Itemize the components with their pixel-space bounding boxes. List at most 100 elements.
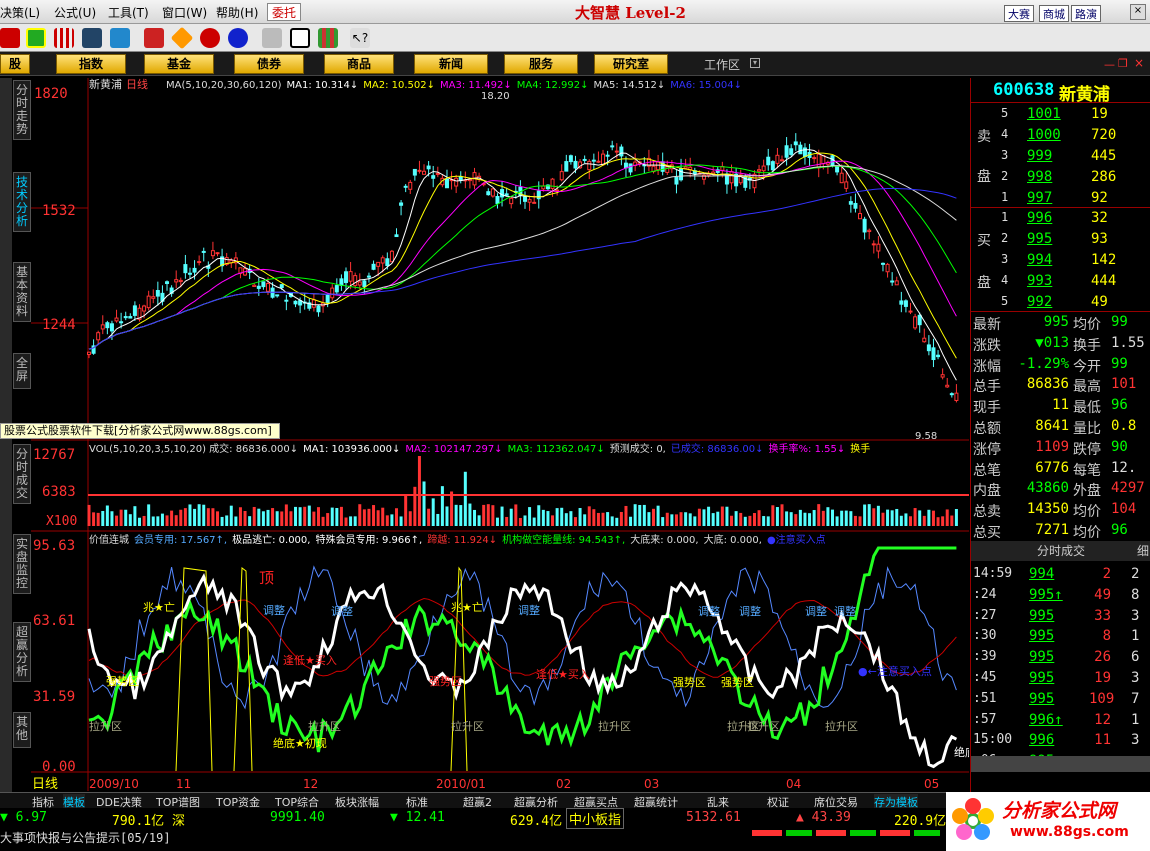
volume-bar [344,517,348,526]
help-icon[interactable]: ↖? [350,28,370,48]
binocular-icon[interactable] [82,28,102,48]
tab-fundamental[interactable]: 基本资料 [13,262,31,322]
tab-super-analysis[interactable]: 超赢分析 [13,622,31,682]
menu-formula[interactable]: 公式(U) [54,4,96,21]
volume-bar [766,516,770,526]
f10-icon[interactable] [200,28,220,48]
bottom-tab[interactable]: TOP谱图 [156,794,200,809]
tab-fullscreen[interactable]: 全屏 [13,353,31,389]
tab-technical[interactable]: 技术分析 [13,172,31,232]
menu-tools[interactable]: 工具(T) [108,4,149,21]
bottom-tab[interactable]: DDE决策 [96,794,142,809]
bottom-tab[interactable]: 超赢分析 [514,794,558,809]
indicator-annotation: 绝底★初现 [273,736,327,750]
stat-value: 1.55 [1111,334,1145,351]
info-icon[interactable] [228,28,248,48]
window-icon[interactable] [290,28,310,48]
volume-bar [413,486,417,526]
bars-icon[interactable] [54,28,74,48]
minimize-icon[interactable]: — [1104,58,1115,71]
bottom-tab[interactable]: 板块涨幅 [335,794,379,809]
diamond-icon[interactable] [170,26,194,50]
cat-research[interactable]: 研究室 [594,54,668,74]
stat-value: 11 [1052,397,1069,414]
bottom-tab[interactable]: 模板 [63,794,85,809]
cat-news[interactable]: 新闻 [414,54,488,74]
bottom-tab[interactable]: 乱来 [707,794,729,809]
candle-body [683,166,688,169]
restore-icon[interactable]: ❐ [1118,57,1128,70]
sell-level: 1 [1001,190,1009,204]
workzone-label[interactable]: 工作区 [704,56,740,73]
display-icon[interactable] [26,28,46,48]
contest-button[interactable]: 大赛 [1004,5,1034,22]
app-icon[interactable] [0,28,20,48]
commission-button[interactable]: 委托 [267,3,302,21]
volume-bar [716,511,720,526]
bottom-tab[interactable]: 超赢2 [463,794,492,809]
bottom-tab[interactable]: 标准 [406,794,428,809]
date-label: 2009/10 [89,777,139,791]
trades-header[interactable]: 分时成交细 [971,541,1150,561]
trade-time: :51 [973,690,997,706]
tab-intraday-trades[interactable]: 分时成交 [13,444,31,504]
bottom-tab[interactable]: TOP资金 [216,794,260,809]
candle-body [252,284,257,287]
cat-commodity[interactable]: 商品 [324,54,394,74]
announcement-ticker[interactable]: 大事项快报与公告提示[05/19] [0,829,171,846]
menu-window[interactable]: 窗口(W) [162,4,207,21]
indicator-annotation: 拉升区 [747,719,780,733]
trade-price: 996↑ [1029,711,1063,728]
candle-body [922,337,927,343]
cat-bond[interactable]: 债券 [234,54,304,74]
cat-index[interactable]: 指数 [56,54,126,74]
volume-bar [569,511,573,526]
close-panel-icon[interactable]: × [1134,56,1144,70]
candle-body [789,148,794,155]
bottom-tab[interactable]: 席位交易 [814,794,858,809]
bottom-tab[interactable]: 超赢统计 [634,794,678,809]
ad-banner[interactable]: 股票公式股票软件下载[分析家公式网www.88gs.com] [0,423,280,439]
buy-label: 买 [977,233,991,249]
arrow-up-icon[interactable] [144,28,164,48]
buy-level: 2 [1001,231,1009,245]
candle-body [210,250,215,257]
bottom-tab[interactable]: 权证 [767,794,789,809]
stat-label: 总手 [973,379,1001,396]
menu-help[interactable]: 帮助(H) [216,4,258,21]
bottom-tab[interactable]: TOP综合 [275,794,319,809]
stat-value: 8641 [1035,418,1069,434]
menu-decision[interactable]: 决策(L) [0,4,40,21]
mall-button[interactable]: 商城 [1039,5,1069,22]
cat-stock[interactable]: 股 [0,54,30,74]
volume-bar [835,516,839,526]
print-icon[interactable] [262,28,282,48]
roadshow-button[interactable]: 路演 [1071,5,1101,22]
sell-price: 999 [1027,148,1053,164]
volume-bar [615,517,619,526]
indicator-annotation: 调整 [739,604,761,618]
sme-board[interactable]: 中小板指 [566,808,625,829]
trade-price: 996 [1029,732,1055,749]
tab-realtime-monitor[interactable]: 实盘监控 [13,534,31,594]
close-icon[interactable]: × [1130,4,1146,20]
volume-bar [87,504,91,526]
bottom-tab[interactable]: 指标 [32,794,54,809]
cat-fund[interactable]: 基金 [144,54,214,74]
workzone-dropdown-icon[interactable]: ▾ [750,58,760,68]
cat-service[interactable]: 服务 [504,54,578,74]
bottom-tab[interactable]: 存为模板 [874,794,918,809]
vol-label-1: 12767 [33,447,75,463]
volume-bar [238,507,242,526]
tab-other[interactable]: 其他 [13,712,31,748]
books-icon[interactable] [318,28,338,48]
volume-bar [394,508,398,526]
candle-body [109,323,114,332]
volume-bar [454,504,458,526]
tab-intraday[interactable]: 分时走势 [13,80,31,140]
alert-icon[interactable] [110,28,130,48]
volume-bar [385,515,389,526]
volume-bar [918,510,922,526]
candle-body [187,272,192,275]
bottom-tab[interactable]: 超赢买点 [574,794,618,809]
